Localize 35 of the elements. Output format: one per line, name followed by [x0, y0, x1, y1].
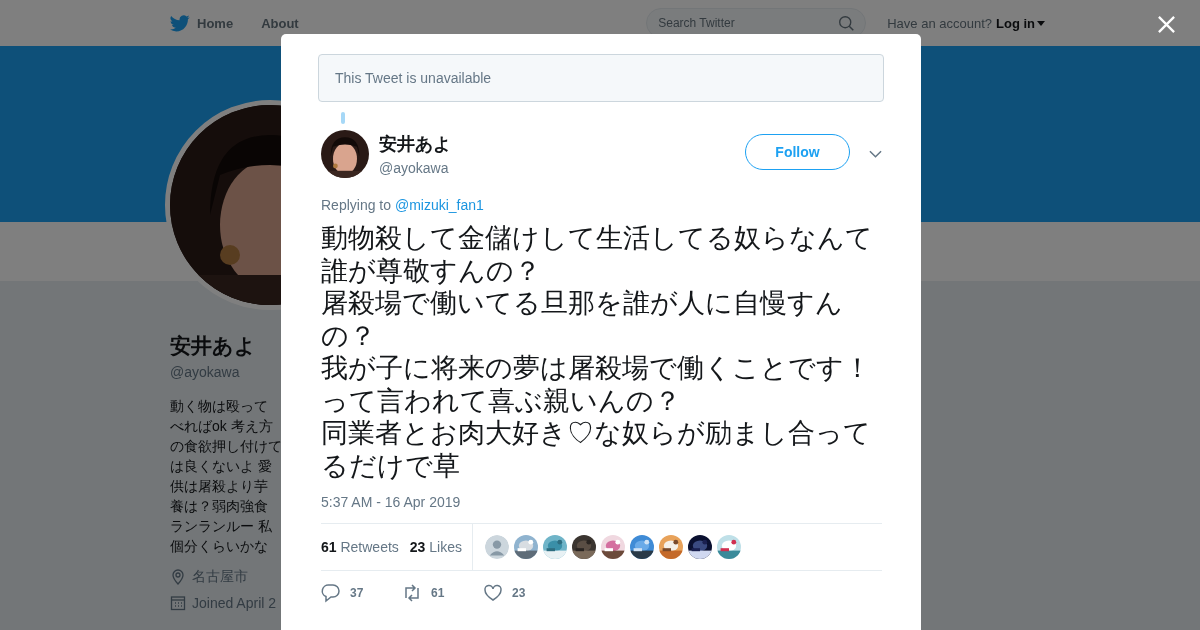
- profile-bio: 動く物は殴って べればok 考え方 の食欲押し付けて は良くないよ 愛 供は屠殺より芋 養は？弱肉強食 ランランルー 私 個分くらいかな: [170, 397, 282, 556]
- account-prompt: Have an account?: [887, 15, 992, 31]
- author-name: 安井あよ: [379, 133, 451, 156]
- profile-name: 安井あよ: [170, 333, 256, 360]
- reply-icon[interactable]: [321, 583, 341, 603]
- joined-date: Joined April 2: [192, 595, 277, 611]
- likes-count[interactable]: 23 Likes: [409, 539, 462, 555]
- unavailable-notice: This Tweet is unavailable: [318, 54, 884, 102]
- location-text: 名古屋市: [192, 568, 248, 586]
- home-link[interactable]: Home: [170, 14, 234, 32]
- profile-handle: @ayokawa: [170, 364, 240, 380]
- retweet-count: 61: [431, 586, 445, 600]
- default-avatar-icon[interactable]: [485, 535, 509, 559]
- search-icon: [838, 15, 856, 32]
- chevron-down-icon[interactable]: [869, 150, 882, 158]
- bird-icon: [170, 14, 190, 32]
- like-count: 23: [512, 586, 526, 600]
- calendar-icon: [170, 595, 186, 611]
- follow-button[interactable]: Follow: [745, 134, 850, 170]
- login-link[interactable]: Log in: [996, 15, 1045, 31]
- tweet-paragraph: 同業者とお肉大好き♡な奴らが励まし合ってるだけで草: [321, 417, 872, 482]
- about-link[interactable]: About: [261, 15, 299, 31]
- retweet-icon[interactable]: [402, 583, 422, 603]
- location-pin-icon: [170, 569, 186, 585]
- caret-icon: [1037, 20, 1045, 26]
- tweet-paragraph: 我が子に将来の夢は屠殺場で働くことです！って言われて喜ぶ親いんの？: [321, 352, 872, 417]
- author-handle: @ayokawa: [379, 160, 450, 176]
- heart-icon[interactable]: [483, 583, 503, 603]
- tweet-timestamp: 5:37 AM - 16 Apr 2019: [321, 494, 462, 510]
- close-icon[interactable]: [1157, 15, 1176, 34]
- mention-link[interactable]: @mizuki_fan1: [394, 197, 484, 213]
- tweet-paragraph: 動物殺して金儲けして生活してる奴らなんて誰が尊敬すんの？: [321, 222, 874, 287]
- reply-count: 37: [350, 586, 364, 600]
- tweet-paragraph: 屠殺場で働いてる旦那を誰が人に自慢すんの？: [321, 287, 844, 352]
- retweets-count[interactable]: 61 Retweets: [321, 539, 399, 555]
